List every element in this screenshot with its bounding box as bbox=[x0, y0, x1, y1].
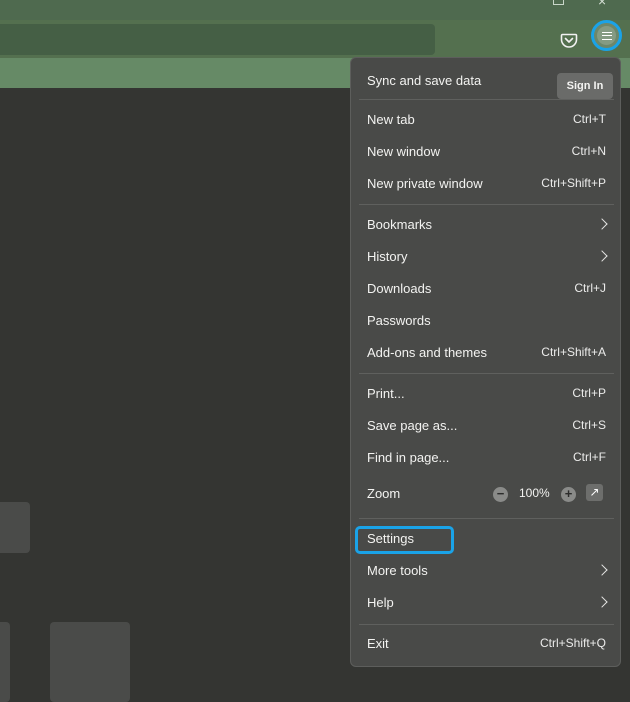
menu-item-label: Add-ons and themes bbox=[367, 345, 487, 360]
pocket-icon[interactable] bbox=[560, 31, 578, 49]
hamburger-icon bbox=[597, 26, 616, 45]
sync-label: Sync and save data bbox=[367, 73, 482, 88]
menu-item-save-page-as[interactable]: Save page as... Ctrl+S bbox=[359, 411, 614, 441]
zoom-row: Zoom − 100% + ↗ bbox=[359, 479, 614, 509]
menu-item-label: Bookmarks bbox=[367, 217, 433, 232]
menu-item-new-window[interactable]: New window Ctrl+N bbox=[359, 137, 614, 167]
menu-item-label: Exit bbox=[367, 636, 389, 651]
menu-item-exit[interactable]: Exit Ctrl+Shift+Q bbox=[359, 629, 614, 659]
address-bar[interactable] bbox=[0, 24, 435, 55]
close-window-icon[interactable]: × bbox=[598, 0, 606, 8]
menu-item-label: New private window bbox=[367, 176, 483, 191]
shortcut-tile[interactable] bbox=[0, 622, 10, 702]
menu-item-passwords[interactable]: Passwords bbox=[359, 306, 614, 336]
fullscreen-icon[interactable]: ↗ bbox=[586, 484, 603, 501]
menu-item-help[interactable]: Help bbox=[359, 588, 614, 618]
divider bbox=[359, 518, 614, 519]
menu-item-label: Help bbox=[367, 595, 394, 610]
title-bar: × bbox=[0, 0, 630, 20]
menu-item-new-tab[interactable]: New tab Ctrl+T bbox=[359, 105, 614, 135]
menu-item-label: Print... bbox=[367, 386, 405, 401]
menu-item-shortcut: Ctrl+T bbox=[573, 112, 606, 126]
menu-item-label: New window bbox=[367, 144, 440, 159]
menu-item-label: Downloads bbox=[367, 281, 432, 296]
menu-item-label: History bbox=[367, 249, 408, 264]
menu-item-shortcut: Ctrl+Shift+A bbox=[541, 345, 606, 359]
menu-item-history[interactable]: History bbox=[359, 242, 614, 272]
menu-item-new-private-window[interactable]: New private window Ctrl+Shift+P bbox=[359, 169, 614, 199]
divider bbox=[359, 204, 614, 205]
chevron-right-icon bbox=[596, 596, 608, 608]
menu-item-shortcut: Ctrl+F bbox=[573, 450, 606, 464]
sign-in-button[interactable]: Sign In bbox=[557, 73, 613, 99]
menu-item-shortcut: Ctrl+J bbox=[574, 281, 606, 295]
restore-window-icon[interactable] bbox=[553, 0, 564, 5]
shortcut-tile[interactable] bbox=[50, 622, 130, 702]
menu-item-bookmarks[interactable]: Bookmarks bbox=[359, 210, 614, 240]
zoom-label: Zoom bbox=[367, 486, 401, 501]
menu-item-find-in-page[interactable]: Find in page... Ctrl+F bbox=[359, 443, 614, 473]
menu-item-shortcut: Ctrl+Shift+Q bbox=[539, 636, 606, 650]
menu-item-label: Passwords bbox=[367, 313, 431, 328]
menu-item-label: Save page as... bbox=[367, 418, 458, 433]
open-application-menu-button[interactable] bbox=[591, 20, 622, 51]
menu-item-shortcut: Ctrl+P bbox=[572, 386, 606, 400]
menu-item-shortcut: Ctrl+S bbox=[572, 418, 606, 432]
zoom-level[interactable]: 100% bbox=[519, 486, 550, 500]
menu-item-label: More tools bbox=[367, 563, 428, 578]
chevron-right-icon bbox=[596, 564, 608, 576]
menu-item-label: New tab bbox=[367, 112, 415, 127]
shortcut-tile[interactable] bbox=[0, 502, 30, 553]
navigation-toolbar bbox=[0, 20, 630, 58]
chevron-right-icon bbox=[596, 250, 608, 262]
zoom-out-button[interactable]: − bbox=[493, 487, 508, 502]
sync-row: Sync and save data Sign In bbox=[359, 65, 614, 99]
app-menu-panel: Sync and save data Sign In New tab Ctrl+… bbox=[350, 57, 621, 667]
settings-highlight-box bbox=[355, 526, 454, 554]
divider bbox=[359, 99, 614, 100]
divider bbox=[359, 373, 614, 374]
menu-item-more-tools[interactable]: More tools bbox=[359, 556, 614, 586]
divider bbox=[359, 624, 614, 625]
zoom-in-button[interactable]: + bbox=[561, 487, 576, 502]
menu-item-downloads[interactable]: Downloads Ctrl+J bbox=[359, 274, 614, 304]
chevron-right-icon bbox=[596, 218, 608, 230]
menu-item-label: Find in page... bbox=[367, 450, 450, 465]
menu-item-shortcut: Ctrl+N bbox=[571, 144, 606, 158]
menu-item-addons-and-themes[interactable]: Add-ons and themes Ctrl+Shift+A bbox=[359, 338, 614, 368]
menu-item-print[interactable]: Print... Ctrl+P bbox=[359, 379, 614, 409]
menu-item-shortcut: Ctrl+Shift+P bbox=[541, 176, 606, 190]
